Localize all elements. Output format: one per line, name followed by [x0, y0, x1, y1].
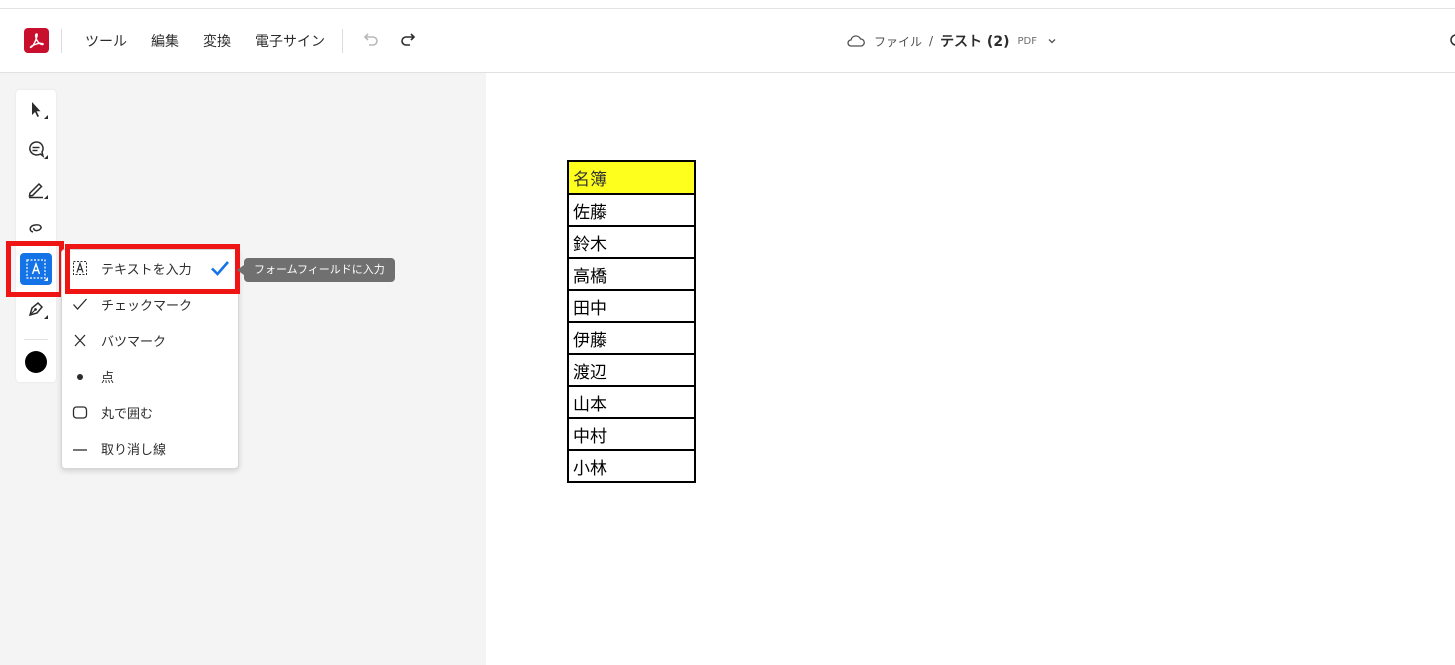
- menu-item-circle[interactable]: 丸で囲む: [61, 395, 239, 429]
- file-type-badge: PDF: [1017, 35, 1037, 47]
- tooltip-arrow: [237, 265, 244, 275]
- pen-icon: [28, 182, 43, 199]
- dot-icon: [77, 374, 83, 380]
- table-cell: 田中: [567, 289, 696, 323]
- strikethrough-line-icon: [73, 449, 87, 451]
- menu-item-x-mark[interactable]: バツマーク: [61, 323, 239, 357]
- color-picker[interactable]: [25, 351, 47, 373]
- undo-icon[interactable]: [359, 29, 381, 51]
- toolbar-divider: [61, 29, 62, 53]
- top-toolbar: ツール 編集 変換 電子サイン ファイル / テスト (2) PDF: [0, 9, 1455, 73]
- menu-e-sign[interactable]: 電子サイン: [255, 31, 325, 51]
- breadcrumb-folder[interactable]: ファイル: [874, 33, 922, 50]
- table-header: 名簿: [567, 160, 696, 195]
- lasso-icon: [29, 224, 42, 233]
- document-title[interactable]: テスト (2): [940, 31, 1009, 51]
- acrobat-logo-icon[interactable]: [24, 28, 49, 53]
- x-mark-icon: [74, 334, 86, 347]
- cloud-icon: [847, 35, 865, 47]
- menu-item-label: 丸で囲む: [101, 407, 154, 422]
- highlight-tool[interactable]: [20, 173, 52, 205]
- menu-item-label: チェックマーク: [101, 299, 193, 314]
- menu-item-label: バツマーク: [101, 335, 167, 350]
- rounded-rect-icon: [72, 406, 88, 419]
- table-cell: 中村: [567, 417, 696, 451]
- toolbar-divider: [24, 339, 48, 340]
- highlight-box: [6, 241, 64, 297]
- search-icon[interactable]: [1448, 31, 1455, 49]
- comment-tool[interactable]: [20, 133, 52, 165]
- breadcrumb: ファイル / テスト (2) PDF: [846, 30, 1057, 52]
- menu-item-label: 取り消し線: [101, 443, 167, 458]
- sign-tool[interactable]: [20, 293, 52, 325]
- submenu-indicator: [44, 155, 48, 159]
- toolbar-divider: [342, 29, 343, 53]
- checkmark-icon: [73, 298, 87, 310]
- draw-tool[interactable]: [20, 212, 52, 244]
- menu-convert[interactable]: 変換: [203, 31, 231, 51]
- menu-item-label: 点: [101, 371, 115, 386]
- select-tool[interactable]: [20, 93, 52, 125]
- submenu-indicator: [44, 195, 48, 199]
- table-cell: 鈴木: [567, 225, 696, 259]
- submenu-indicator: [44, 315, 48, 319]
- speech-bubble-icon: [29, 141, 45, 158]
- redo-icon[interactable]: [398, 29, 420, 51]
- menu-item-checkmark[interactable]: チェックマーク: [61, 287, 239, 321]
- roster-table: 名簿 佐藤 鈴木 高橋 田中 伊藤 渡辺 山本 中村 小林: [567, 160, 696, 483]
- menu-item-dot[interactable]: 点: [61, 359, 239, 393]
- submenu-indicator: [44, 115, 48, 119]
- table-cell: 渡辺: [567, 353, 696, 387]
- menu-tools[interactable]: ツール: [85, 31, 127, 51]
- table-cell: 小林: [567, 449, 696, 483]
- table-cell: 佐藤: [567, 193, 696, 227]
- table-cell: 高橋: [567, 257, 696, 291]
- breadcrumb-separator: /: [929, 34, 934, 48]
- pen-nib-icon: [28, 301, 44, 317]
- pointer-arrow-icon: [32, 102, 41, 117]
- table-cell: 山本: [567, 385, 696, 419]
- menu-edit[interactable]: 編集: [151, 31, 179, 51]
- table-cell: 伊藤: [567, 321, 696, 355]
- chevron-down-icon[interactable]: [1047, 36, 1057, 46]
- menu-item-strikethrough[interactable]: 取り消し線: [61, 431, 239, 465]
- tooltip: フォームフィールドに入力: [244, 258, 395, 282]
